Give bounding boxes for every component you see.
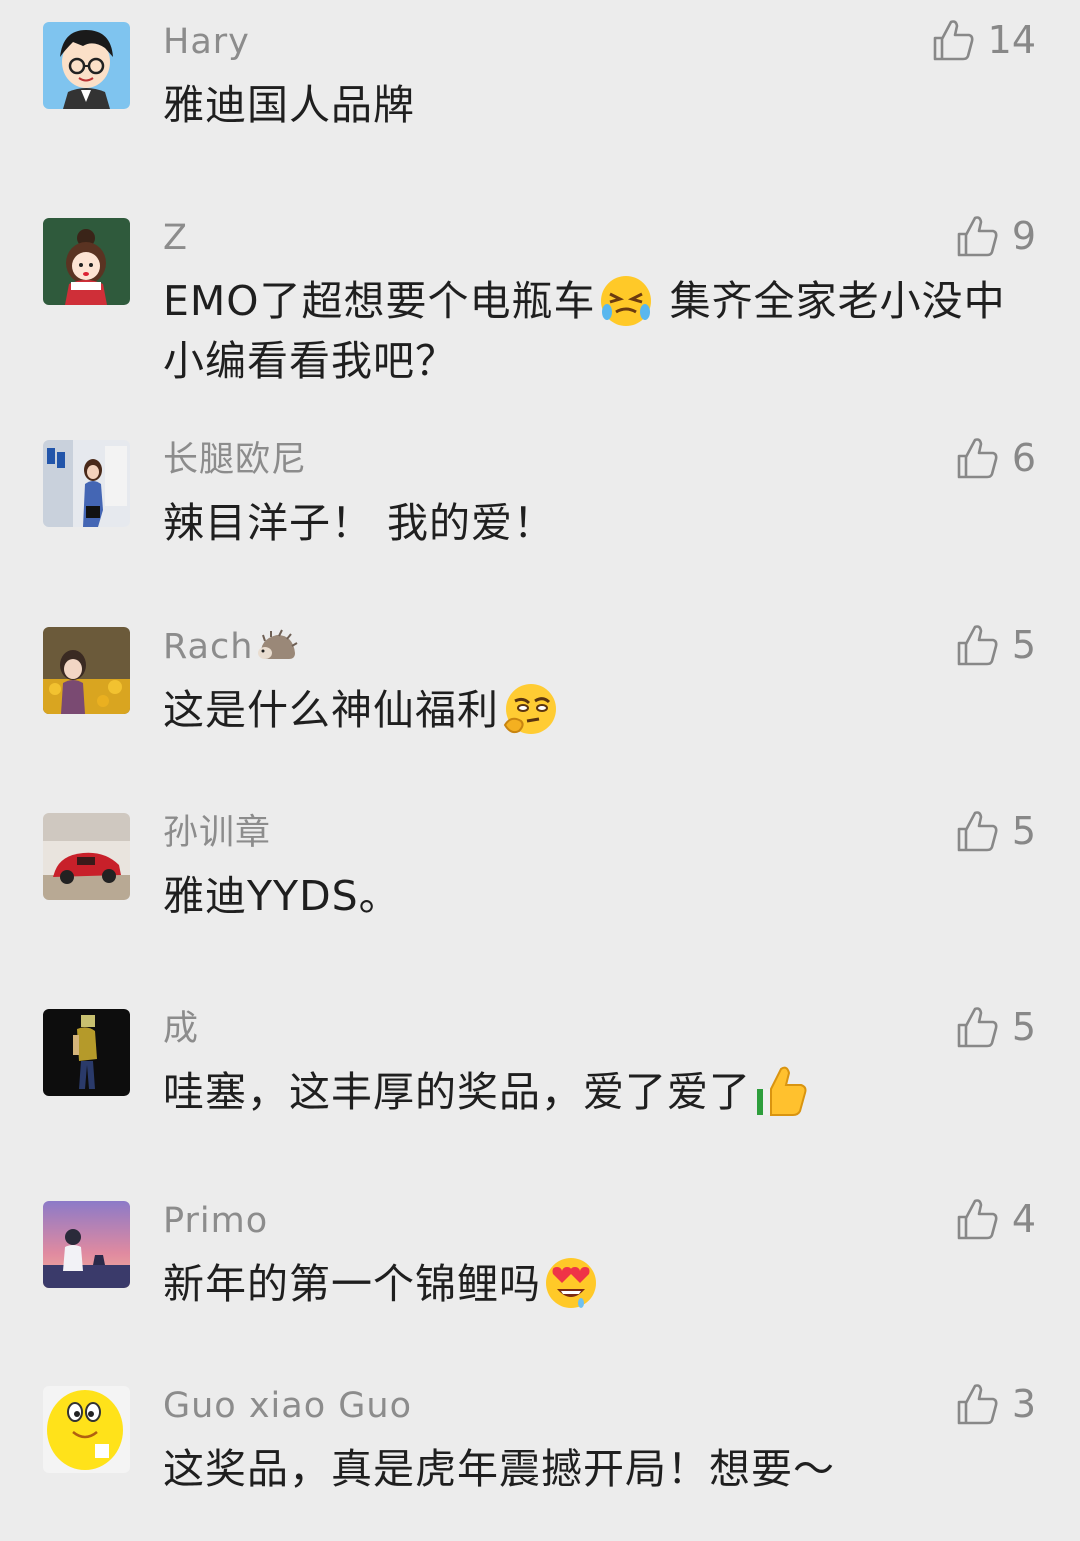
girl-avatar-icon <box>43 218 130 305</box>
comment-author[interactable]: 孙训章 <box>163 811 271 855</box>
comment-text-part: EMO了超想要个电瓶车 <box>163 277 596 325</box>
avatar[interactable] <box>43 22 130 109</box>
avatar[interactable] <box>43 813 130 900</box>
thumbs-up-icon <box>956 809 998 853</box>
tears-of-joy-squint-emoji-icon <box>598 272 654 328</box>
author-name-text: Rach <box>163 627 254 667</box>
comment-author[interactable]: Z <box>163 216 188 260</box>
like-button[interactable]: 4 <box>956 1194 1036 1244</box>
avatar[interactable] <box>43 1386 130 1473</box>
car-photo-avatar-icon <box>43 813 130 900</box>
thumbs-up-icon <box>956 214 998 258</box>
comment-text: 辣目洋子！ 我的爱！ <box>163 499 556 547</box>
avatar[interactable] <box>43 627 130 714</box>
like-count: 5 <box>1011 1005 1036 1049</box>
photo-avatar-icon <box>43 440 130 527</box>
comment-text-part: 哇塞，这丰厚的奖品，爱了爱了 <box>163 1068 751 1116</box>
comment-author[interactable]: 成 <box>163 1007 199 1051</box>
like-button[interactable]: 5 <box>956 1002 1036 1052</box>
comment-author[interactable]: Primo <box>163 1199 268 1243</box>
comment-author[interactable]: 长腿欧尼 <box>163 438 307 482</box>
like-button[interactable]: 3 <box>956 1379 1036 1429</box>
thumbs-up-icon <box>956 436 998 480</box>
like-count: 4 <box>1011 1197 1036 1241</box>
like-count: 3 <box>1011 1382 1036 1426</box>
like-count: 5 <box>1011 809 1036 853</box>
like-count: 9 <box>1011 214 1036 258</box>
photo-avatar-icon <box>43 627 130 714</box>
comment-text: 雅迪YYDS。 <box>163 872 401 920</box>
like-button[interactable]: 6 <box>956 433 1036 483</box>
comment-text: 这是什么神仙福利 <box>163 680 1013 740</box>
comment-text: EMO了超想要个电瓶车 集齐全家老小没中 小编看看我吧？ <box>163 271 1013 391</box>
like-count: 14 <box>987 18 1036 62</box>
avatar[interactable] <box>43 1201 130 1288</box>
yellow-candy-avatar-icon <box>43 1386 130 1473</box>
like-button[interactable]: 9 <box>956 211 1036 261</box>
cartoon-avatar-icon <box>43 22 130 109</box>
avatar[interactable] <box>43 1009 130 1096</box>
thumbs-up-icon <box>956 1005 998 1049</box>
thumbs-up-emoji-icon <box>753 1063 809 1119</box>
avatar[interactable] <box>43 440 130 527</box>
comment-text: 雅迪国人品牌 <box>163 81 415 129</box>
comment-author[interactable]: Hary <box>163 20 250 64</box>
comment-text-part: 新年的第一个锦鲤吗 <box>163 1260 541 1308</box>
like-button[interactable]: 5 <box>956 620 1036 670</box>
like-count: 6 <box>1011 436 1036 480</box>
comment-list: Hary 14 雅迪国人品牌 Z 9 EMO了超想要个电瓶车 集齐全家老小没中 … <box>0 0 1080 1541</box>
comment-text-part: 这是什么神仙福利 <box>163 686 499 734</box>
thumbs-up-icon <box>932 18 974 62</box>
hedgehog-emoji-icon <box>255 627 299 663</box>
comment-text: 这奖品，真是虎年震撼开局！想要～ <box>163 1445 835 1493</box>
smirk-thinking-emoji-icon <box>501 681 557 737</box>
like-button[interactable]: 5 <box>956 806 1036 856</box>
avatar[interactable] <box>43 218 130 305</box>
comment-text: 新年的第一个锦鲤吗 <box>163 1254 1013 1314</box>
thumbs-up-icon <box>956 1197 998 1241</box>
like-button[interactable]: 14 <box>932 15 1036 65</box>
illustration-avatar-icon <box>43 1201 130 1288</box>
like-count: 5 <box>1011 623 1036 667</box>
dark-photo-avatar-icon <box>43 1009 130 1096</box>
comment-author[interactable]: Guo xiao Guo <box>163 1384 412 1428</box>
comment-text: 哇塞，这丰厚的奖品，爱了爱了 <box>163 1062 1013 1122</box>
comment-author[interactable]: Rach <box>163 625 299 669</box>
heart-eyes-emoji-icon <box>543 1255 599 1311</box>
thumbs-up-icon <box>956 1382 998 1426</box>
thumbs-up-icon <box>956 623 998 667</box>
